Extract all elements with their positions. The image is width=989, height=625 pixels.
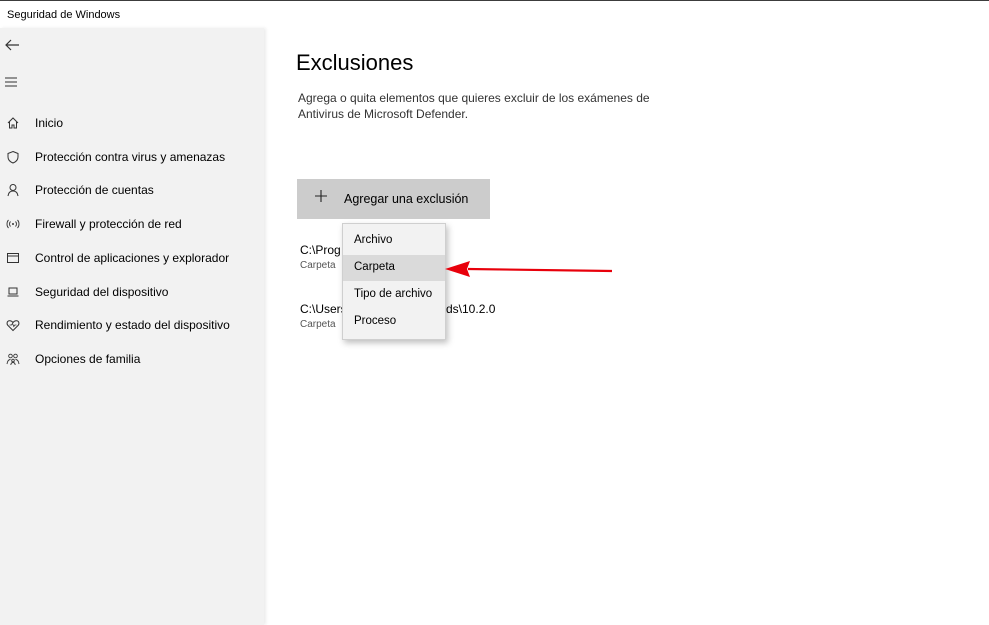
sidebar-item-label: Control de aplicaciones y explorador	[35, 251, 230, 265]
laptop-icon	[4, 283, 22, 301]
window-top-border	[0, 0, 989, 1]
annotation-arrow	[445, 261, 613, 277]
menu-item-archivo[interactable]: Archivo	[343, 228, 445, 254]
sidebar-item-label: Inicio	[35, 116, 64, 130]
sidebar-item-virus[interactable]: Protección contra virus y amenazas	[0, 142, 264, 172]
shield-icon	[4, 148, 22, 166]
exclusion-path-tail: ds\10.2.0	[446, 302, 496, 316]
sidebar-item-firewall[interactable]: Firewall y protección de red	[0, 209, 264, 239]
plus-icon	[315, 190, 327, 202]
page-description: Agrega o quita elementos que quieres exc…	[298, 91, 650, 121]
menu-item-label: Tipo de archivo	[354, 288, 433, 300]
sidebar-item-label: Seguridad del dispositivo	[35, 285, 169, 299]
menu-item-carpeta[interactable]: Carpeta	[343, 255, 445, 281]
exclusion-type: Carpeta	[300, 260, 336, 271]
menu-item-tipo-de-archivo[interactable]: Tipo de archivo	[343, 282, 445, 308]
exclusion-type: Carpeta	[300, 319, 336, 330]
person-icon	[4, 181, 22, 199]
menu-item-label: Proceso	[354, 315, 397, 327]
wifi-antenna-icon	[4, 215, 22, 233]
back-arrow-icon	[5, 39, 19, 51]
sidebar-item-cuentas[interactable]: Protección de cuentas	[0, 175, 264, 205]
exclusion-path: C:\Prog	[300, 243, 341, 257]
exclusion-type-menu: Archivo Carpeta Tipo de archivo Proceso	[342, 223, 446, 340]
menu-item-proceso[interactable]: Proceso	[343, 309, 445, 335]
sidebar-item-label: Protección de cuentas	[35, 183, 154, 197]
hamburger-menu-icon	[5, 77, 17, 87]
add-exclusion-label: Agregar una exclusión	[344, 192, 469, 206]
family-icon	[4, 350, 22, 368]
menu-item-label: Carpeta	[354, 261, 395, 273]
browser-window-icon	[4, 249, 22, 267]
sidebar-item-label: Firewall y protección de red	[35, 217, 182, 231]
sidebar-item-label: Rendimiento y estado del dispositivo	[35, 318, 230, 332]
sidebar-item-familia[interactable]: Opciones de familia	[0, 344, 264, 374]
page-title: Exclusiones	[296, 50, 414, 75]
sidebar-item-rendimiento[interactable]: Rendimiento y estado del dispositivo	[0, 310, 264, 340]
sidebar-item-aplicaciones[interactable]: Control de aplicaciones y explorador	[0, 243, 264, 273]
sidebar-item-label: Protección contra virus y amenazas	[35, 150, 226, 164]
menu-item-label: Archivo	[354, 234, 393, 246]
sidebar-item-inicio[interactable]: Inicio	[0, 108, 264, 138]
home-icon	[4, 114, 22, 132]
menu-button[interactable]	[3, 74, 23, 90]
back-button[interactable]	[3, 36, 23, 56]
add-exclusion-button[interactable]: Agregar una exclusión	[297, 179, 490, 219]
sidebar-item-label: Opciones de familia	[35, 352, 141, 366]
exclusion-item[interactable]: C:\Prog Carpeta	[300, 243, 341, 271]
window-title: Seguridad de Windows	[7, 9, 121, 21]
exclusion-item[interactable]: C:\Users Carpeta	[300, 302, 347, 330]
exclusion-path: C:\Users	[300, 302, 347, 316]
heart-icon	[4, 316, 22, 334]
sidebar-item-dispositivo[interactable]: Seguridad del dispositivo	[0, 277, 264, 307]
